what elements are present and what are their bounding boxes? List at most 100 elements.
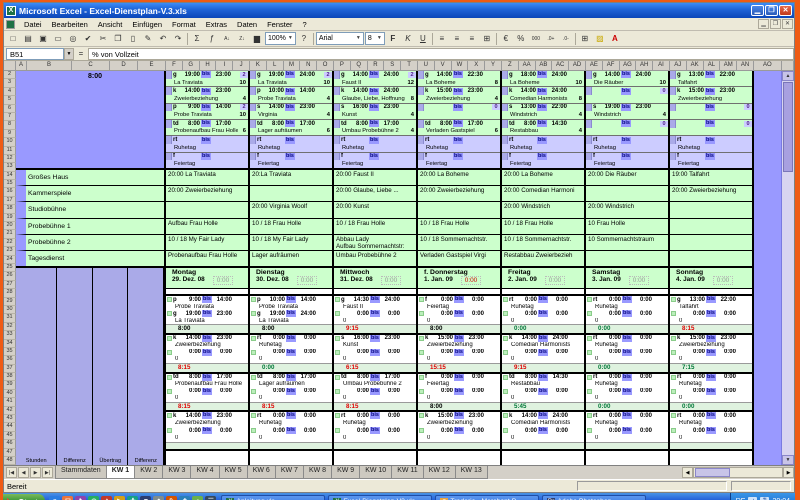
person-day-cell[interactable]: k14:00bis23:00Zweierbeziehung0:00bis0:00…: [166, 335, 248, 363]
zoom-select[interactable]: 100%▼: [265, 32, 296, 45]
program-cell-probebhne1[interactable]: [670, 219, 752, 235]
column-header-I[interactable]: I: [216, 61, 233, 71]
shift-cell-s[interactable]: s19:00bis23:00Windstrich4: [586, 104, 668, 120]
merge-center-icon[interactable]: ⊞: [480, 32, 494, 45]
program-cell-studiobhne[interactable]: 20:00 Windstrich: [502, 202, 584, 218]
program-cell-probebhne1[interactable]: 10 / 18 Frau Holle: [250, 219, 332, 235]
column-header-F[interactable]: F: [166, 61, 183, 71]
shift-cell-k[interactable]: k15:00bis23:00Zweierbeziehung4: [418, 87, 500, 103]
shift-cell-td[interactable]: td8:00bis17:00Lager aufräumen6: [250, 120, 332, 136]
print-icon[interactable]: ▭: [51, 32, 65, 45]
person-day-cell[interactable]: k15:00bis23:00Zweierbeziehung0:00bis0:00…: [418, 335, 500, 363]
person-day-cell[interactable]: p10:00bis14:00Probe Traviatag19:00bis24:…: [250, 296, 332, 324]
row-header-9[interactable]: 9: [4, 130, 16, 138]
scroll-left-icon[interactable]: ◀: [682, 467, 693, 478]
column-header-X[interactable]: X: [468, 61, 485, 71]
program-cell-probebhne2[interactable]: [670, 235, 752, 251]
person-day-cell[interactable]: td8:00bis17:00Probenaufbau Frau Holle0:0…: [166, 374, 248, 402]
row-header-17[interactable]: 17: [4, 197, 16, 205]
column-header-AM[interactable]: AM: [720, 61, 737, 71]
column-header-S[interactable]: S: [384, 61, 401, 71]
menu-bearbeiten[interactable]: Bearbeiten: [47, 19, 93, 30]
shift-cell-rt[interactable]: rtbisRuhetag: [418, 136, 500, 152]
workbook-close-button[interactable]: ✕: [782, 19, 793, 29]
sheet-tab-kw-7[interactable]: KW 7: [275, 466, 304, 479]
taskbar-window-tradoria-merchant-b-[interactable]: ◍Tradoria - Merchant B...: [435, 495, 539, 500]
sheet-tab-kw-8[interactable]: KW 8: [303, 466, 332, 479]
shift-cell-s[interactable]: s13:00bis22:00Windstrich4: [502, 104, 584, 120]
shift-cell-g[interactable]: g18:00bis24:00La Boheme10: [502, 71, 584, 87]
program-cell-studiobhne[interactable]: [418, 202, 500, 218]
quicklaunch-5-icon[interactable]: ✦: [101, 496, 112, 500]
font-size-select[interactable]: 8▼: [365, 32, 385, 45]
save-icon[interactable]: ▣: [36, 32, 50, 45]
program-cell-probebhne2[interactable]: 10 / 18 My Fair Lady: [166, 235, 248, 251]
menu-datei[interactable]: Datei: [19, 19, 47, 30]
person-day-cell[interactable]: k14:00bis23:00Zweierbeziehung0:00bis0:00…: [166, 412, 248, 442]
summen-day-cell[interactable]: [334, 289, 416, 296]
person-day-cell[interactable]: k15:00bis23:00Zweierbeziehung0:00bis0:00…: [418, 412, 500, 442]
format-painter-icon[interactable]: ✎: [141, 32, 155, 45]
column-header-AD[interactable]: AD: [569, 61, 586, 71]
shift-cell-td[interactable]: td8:00bis17:00Probenaufbau Frau Holle6: [166, 120, 248, 136]
program-cell-probebhne1[interactable]: Aufbau Frau Holle: [166, 219, 248, 235]
quicklaunch-1-icon[interactable]: e: [49, 496, 60, 500]
header-differenz-woche[interactable]: DifferenzWoche: [57, 268, 93, 465]
column-header-AH[interactable]: AH: [636, 61, 653, 71]
day-header[interactable]: Mittwoch31. Dez. 080:00: [334, 268, 416, 289]
shift-cell-empty[interactable]: bis0: [418, 104, 500, 120]
vertical-scrollbar[interactable]: ▲ ▼: [782, 71, 794, 465]
shift-cell-g[interactable]: g14:00bis24:00Die Räuber10: [586, 71, 668, 87]
summen-day-cell[interactable]: [166, 289, 248, 296]
name-box-dropdown-icon[interactable]: ▼: [64, 48, 74, 60]
new-icon[interactable]: □: [6, 32, 20, 45]
day-header[interactable]: Freitag2. Jan. 090:00: [502, 268, 584, 289]
shift-cell-p[interactable]: p10:00bis14:00Probe Traviata4: [250, 87, 332, 103]
sheet-tab-kw-10[interactable]: KW 10: [359, 466, 392, 479]
tab-next-icon[interactable]: ▶: [30, 467, 41, 478]
row-header-24[interactable]: 24: [4, 256, 16, 264]
venue-label[interactable]: Probebühne 1: [16, 219, 164, 235]
header-stunden-woche[interactable]: StundenWoche: [16, 268, 57, 465]
program-cell-kammerspiele[interactable]: 20:00 Glaube, Liebe ...: [334, 186, 416, 202]
row-header-6[interactable]: 6: [4, 105, 16, 113]
program-cell-kammerspiele[interactable]: 20:00 Comedian Harmoni: [502, 186, 584, 202]
shift-cell-td[interactable]: td8:00bis14:30Restabbau4: [502, 120, 584, 136]
column-header-AA[interactable]: AA: [519, 61, 536, 71]
column-header-AN[interactable]: AN: [737, 61, 754, 71]
shift-cell-empty[interactable]: bis0: [586, 87, 668, 103]
column-header-A[interactable]: A: [16, 61, 27, 71]
program-cell-tagesdienst[interactable]: Probenaufbau Frau Holle: [166, 251, 248, 266]
day-header[interactable]: Dienstag30. Dez. 080:00: [250, 268, 332, 289]
sheet-tab-kw-1[interactable]: KW 1: [106, 466, 136, 479]
row-header-33[interactable]: 33: [4, 331, 16, 339]
shift-cell-rt[interactable]: rtbisRuhetag: [166, 136, 248, 152]
menu-?[interactable]: ?: [298, 19, 312, 30]
sheet-tab-kw-9[interactable]: KW 9: [331, 466, 360, 479]
chart-wizard-icon[interactable]: ▆: [250, 32, 264, 45]
spelling-icon[interactable]: ✔: [81, 32, 95, 45]
column-header-G[interactable]: G: [183, 61, 200, 71]
sheet-tab-kw-11[interactable]: KW 11: [391, 466, 424, 479]
column-header-H[interactable]: H: [200, 61, 217, 71]
shift-cell-k[interactable]: k14:00bis24:00Glaube, Liebe, Hoffnung8: [334, 87, 416, 103]
shift-cell-empty[interactable]: bis0: [670, 120, 752, 136]
align-right-icon[interactable]: ≡: [465, 32, 479, 45]
day-header[interactable]: f. Donnerstag1. Jan. 090:00: [418, 268, 500, 289]
workbook-restore-button[interactable]: ❐: [770, 19, 781, 29]
summen-day-cell[interactable]: [502, 289, 584, 296]
shift-cell-td[interactable]: td8:00bis17:00Umbau Probebühne 24: [334, 120, 416, 136]
person-day-cell[interactable]: rt0:00bis0:00Ruhetag0:00bis0:000: [250, 335, 332, 363]
copy-icon[interactable]: ❐: [111, 32, 125, 45]
shift-cell-rt[interactable]: rtbisRuhetag: [334, 136, 416, 152]
sheet-tab-kw-4[interactable]: KW 4: [190, 466, 219, 479]
row-header-41[interactable]: 41: [4, 398, 16, 406]
row-header-21[interactable]: 21: [4, 230, 16, 238]
shift-cell-s[interactable]: s16:00bis23:00Kunst4: [334, 104, 416, 120]
scroll-up-icon[interactable]: ▲: [782, 71, 794, 81]
summen-day-cell[interactable]: [670, 289, 752, 296]
row-header-2[interactable]: 2: [4, 71, 16, 79]
row-header-22[interactable]: 22: [4, 239, 16, 247]
quicklaunch-4-icon[interactable]: ◍: [88, 496, 99, 500]
italic-icon[interactable]: K: [401, 32, 415, 45]
